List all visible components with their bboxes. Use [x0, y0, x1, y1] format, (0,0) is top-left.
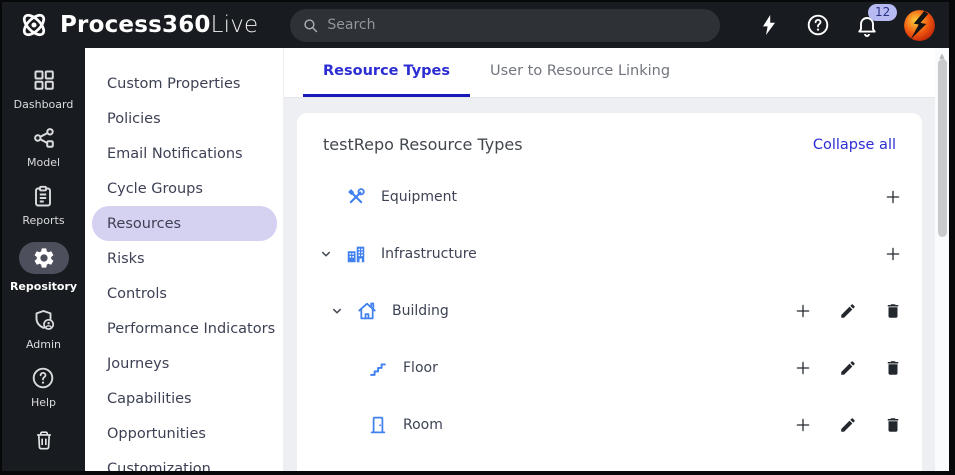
trash-icon[interactable] [33, 429, 55, 455]
topbar-actions: 12 [757, 4, 939, 41]
tab-bar: Resource Types User to Resource Linking [283, 48, 949, 98]
app-window: Process360Live Search 12 Dashboard Model… [0, 0, 955, 475]
sidebar-item-admin[interactable]: Admin [26, 308, 61, 351]
dashboard-grid-icon [32, 68, 56, 92]
edit-pencil-icon[interactable] [839, 302, 857, 320]
tree-row-room: Room [319, 396, 902, 453]
tree-row-building: Building [319, 282, 902, 339]
door-icon [367, 414, 389, 436]
tree-row-infrastructure: Infrastructure [319, 225, 902, 282]
sidebar-item-label: Reports [22, 214, 65, 227]
sidebar-item-capabilities[interactable]: Capabilities [85, 381, 283, 416]
edit-pencil-icon[interactable] [839, 359, 857, 377]
tree-node-label: Floor [403, 359, 438, 376]
add-button[interactable] [794, 302, 812, 320]
tools-icon [345, 186, 367, 208]
sidebar-item-model[interactable]: Model [27, 126, 60, 169]
add-button[interactable] [794, 359, 812, 377]
sidebar-item-custom-properties[interactable]: Custom Properties [85, 66, 283, 101]
collapse-all-link[interactable]: Collapse all [813, 137, 896, 153]
scrollbar-thumb[interactable] [937, 59, 947, 237]
sidebar-item-label: Dashboard [13, 98, 74, 111]
buildings-icon [345, 243, 367, 265]
tree-node-label: Infrastructure [381, 245, 477, 262]
stairs-icon [367, 357, 389, 379]
chevron-down-icon[interactable] [330, 304, 356, 318]
sidebar-item-opportunities[interactable]: Opportunities [85, 416, 283, 451]
house-icon [356, 300, 378, 322]
delete-trash-icon[interactable] [884, 359, 902, 377]
sidebar-item-label: Admin [25, 338, 62, 351]
tree-node-label: Building [392, 302, 449, 319]
repository-gear-icon [18, 242, 69, 274]
brand-light: Live [210, 12, 259, 38]
sidebar-item-controls[interactable]: Controls [85, 276, 283, 311]
help-circle-icon[interactable] [806, 13, 830, 37]
card-title: testRepo Resource Types [323, 135, 523, 154]
row-actions [794, 416, 902, 434]
sidebar-item-resources[interactable]: Resources [92, 206, 277, 241]
reports-clipboard-icon [31, 184, 55, 208]
sidebar-item-repository[interactable]: Repository [10, 242, 77, 293]
delete-trash-icon[interactable] [884, 302, 902, 320]
add-button[interactable] [884, 188, 902, 206]
brand-atom-logo-icon [22, 13, 46, 37]
avatar[interactable] [904, 9, 935, 41]
edit-pencil-icon[interactable] [839, 416, 857, 434]
search-bar[interactable] [290, 8, 721, 42]
delete-trash-icon[interactable] [884, 416, 902, 434]
add-button[interactable] [884, 245, 902, 263]
lightning-icon[interactable] [757, 13, 781, 37]
model-share-icon [32, 126, 56, 150]
app-body: Dashboard Model Reports Repository Admin… [2, 48, 949, 471]
tab-resource-types[interactable]: Resource Types [303, 48, 471, 97]
notification-badge: 12 [868, 4, 898, 21]
sidebar-item-cycle-groups[interactable]: Cycle Groups [85, 171, 283, 206]
tree-node-label: Room [403, 416, 443, 433]
sidebar-item-policies[interactable]: Policies [85, 101, 283, 136]
sidebar-item-customization[interactable]: Customization [85, 451, 283, 472]
sidebar-item-performance-indicators[interactable]: Performance Indicators [85, 311, 283, 346]
tree-node-label: Equipment [381, 188, 457, 205]
main-area: Resource Types User to Resource Linking … [283, 48, 949, 471]
icon-sidebar: Dashboard Model Reports Repository Admin… [2, 48, 85, 471]
repository-sidebar: Custom Properties Policies Email Notific… [85, 48, 283, 471]
search-input[interactable] [327, 17, 709, 33]
sidebar-item-journeys[interactable]: Journeys [85, 346, 283, 381]
sidebar-item-dashboard[interactable]: Dashboard [13, 68, 74, 111]
sidebar-item-label: Model [26, 156, 61, 169]
bell-icon[interactable]: 12 [855, 4, 898, 37]
sidebar-item-reports[interactable]: Reports [22, 184, 65, 227]
brand-title: Process360Live [60, 12, 258, 38]
help-circle-icon [31, 366, 55, 390]
resource-types-card: testRepo Resource Types Collapse all Equ… [297, 113, 922, 471]
top-bar: Process360Live Search 12 [2, 2, 949, 48]
sidebar-item-label: Repository [9, 280, 78, 293]
search-icon [304, 18, 318, 32]
sidebar-item-email-notifications[interactable]: Email Notifications [85, 136, 283, 171]
tree-row-floor: Floor [319, 339, 902, 396]
sidebar-item-help[interactable]: Help [31, 366, 56, 409]
row-actions [794, 302, 902, 320]
card-header: testRepo Resource Types Collapse all [319, 135, 902, 154]
sidebar-item-label: Help [30, 396, 57, 409]
add-button[interactable] [794, 416, 812, 434]
row-actions [884, 245, 902, 263]
vertical-scrollbar[interactable]: ▲ [935, 48, 949, 471]
brand-bold: Process360 [60, 12, 211, 38]
row-actions [794, 359, 902, 377]
chevron-down-icon[interactable] [319, 247, 345, 261]
tree-row-equipment: Equipment [319, 168, 902, 225]
admin-shield-icon [32, 308, 56, 332]
sidebar-item-risks[interactable]: Risks [85, 241, 283, 276]
row-actions [884, 188, 902, 206]
tab-user-to-resource-linking[interactable]: User to Resource Linking [470, 48, 690, 97]
content-area: testRepo Resource Types Collapse all Equ… [283, 98, 949, 471]
